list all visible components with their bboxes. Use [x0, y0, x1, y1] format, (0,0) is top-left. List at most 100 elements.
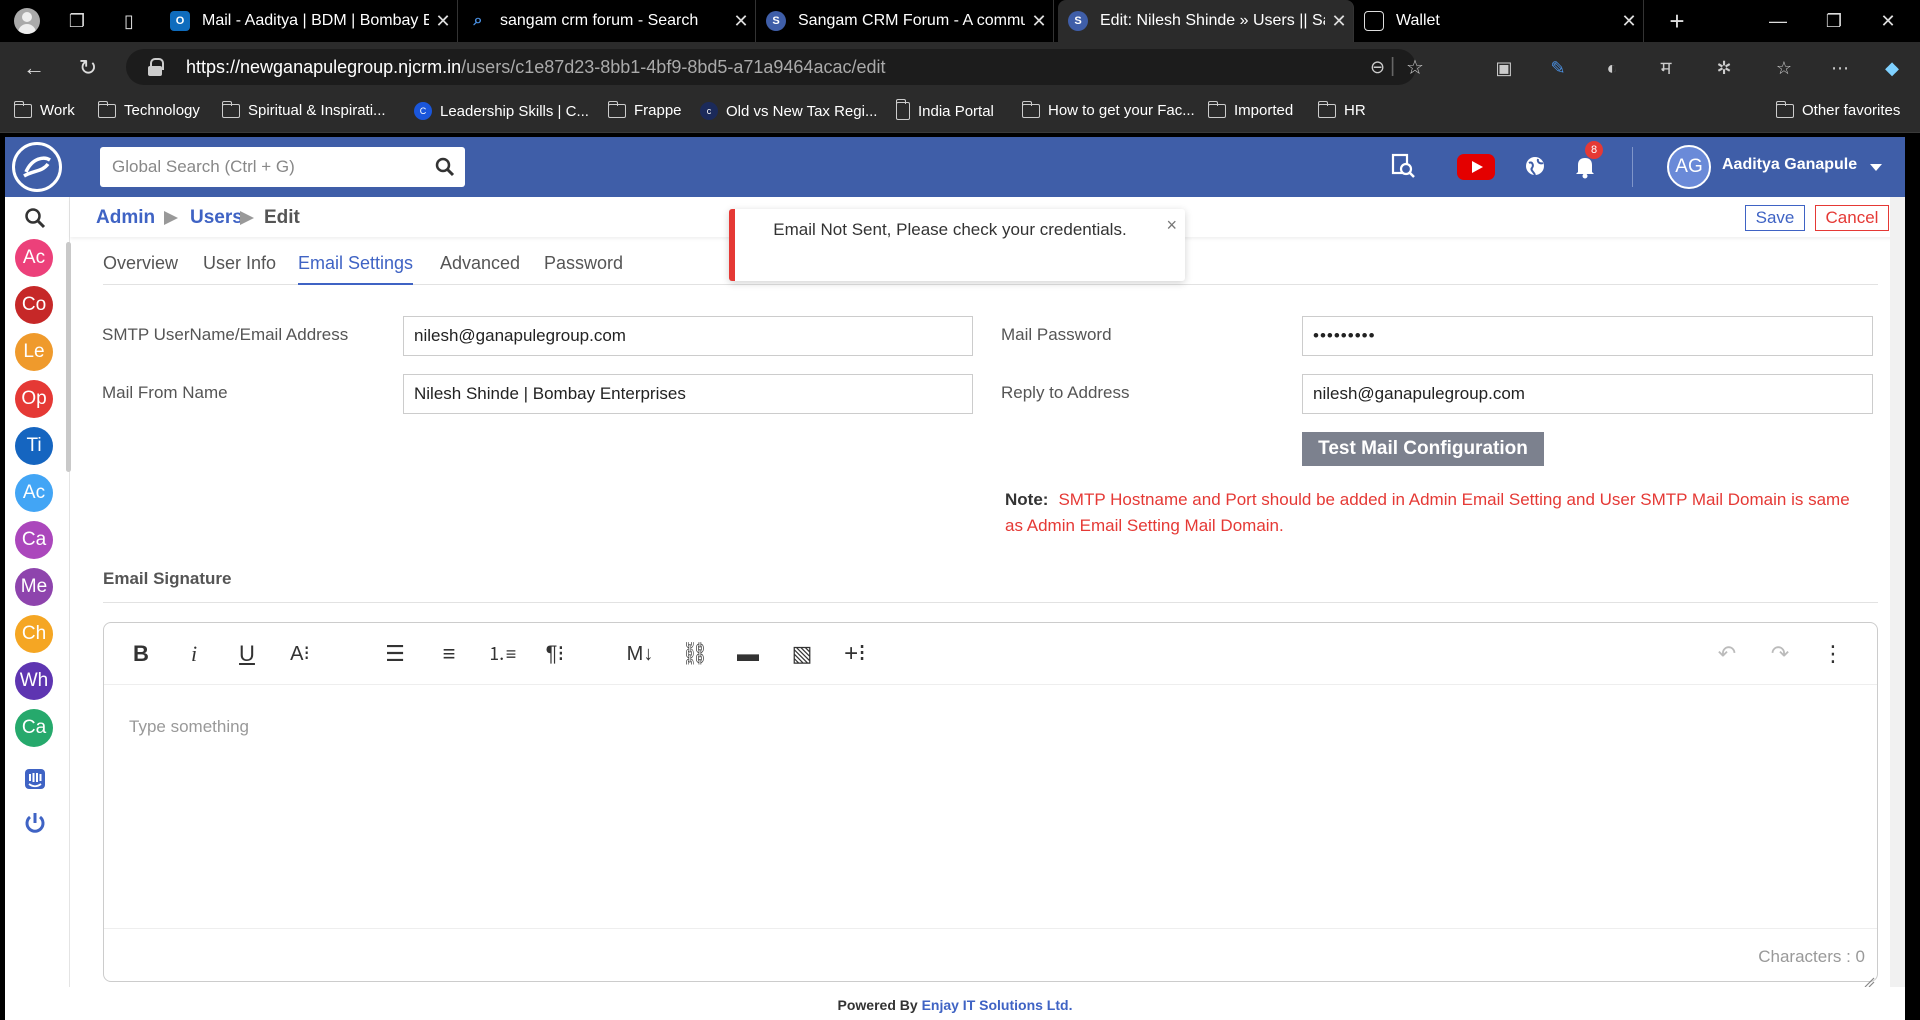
undo-icon[interactable]: ↶: [1712, 639, 1742, 669]
bookmark-frappe[interactable]: Frappe: [607, 100, 682, 119]
new-tab-icon[interactable]: +: [1666, 8, 1688, 34]
sidebar-scrollbar[interactable]: [66, 242, 71, 472]
page-scrollbar[interactable]: [1890, 197, 1905, 987]
sidebar-item-tickets[interactable]: Ti: [15, 427, 53, 465]
tab-email-settings[interactable]: Email Settings: [298, 253, 414, 285]
breadcrumb-users[interactable]: Users: [190, 207, 243, 229]
bookmark-spiritual[interactable]: Spiritual & Inspirati...: [221, 100, 386, 119]
document-search-icon[interactable]: [1388, 151, 1420, 183]
grammar-extension-icon[interactable]: ◐: [1598, 54, 1626, 82]
global-search-input[interactable]: [100, 147, 420, 187]
sidebar-item-contacts[interactable]: Co: [15, 286, 53, 324]
hindi-extension-icon[interactable]: म: [1652, 54, 1680, 82]
sidebar-item-calls[interactable]: Ca: [15, 521, 53, 559]
close-icon[interactable]: ✕: [429, 11, 457, 32]
breadcrumb-admin[interactable]: Admin: [96, 207, 155, 229]
footer-company-link[interactable]: Enjay IT Solutions Ltd.: [922, 997, 1073, 1013]
image-icon[interactable]: ▧: [787, 639, 817, 669]
tab-advanced[interactable]: Advanced: [440, 253, 520, 285]
extension-icon[interactable]: ▣: [1490, 54, 1518, 82]
copilot-icon[interactable]: ◆: [1878, 54, 1906, 82]
back-icon[interactable]: ←: [20, 54, 48, 82]
search-icon[interactable]: [435, 157, 455, 182]
user-name[interactable]: Aaditya Ganapule: [1722, 156, 1857, 174]
underline-icon[interactable]: U: [232, 639, 262, 669]
sidebar-item-activities[interactable]: Ac: [15, 474, 53, 512]
bookmark-india-portal[interactable]: India Portal: [895, 99, 994, 120]
paragraph-icon[interactable]: ¶⁝: [540, 639, 570, 669]
insert-more-icon[interactable]: +⁝: [840, 639, 870, 669]
browser-tab-search[interactable]: ⌕ sangam crm forum - Search ✕: [458, 0, 756, 42]
link-icon[interactable]: ⛓: [680, 639, 710, 669]
bookmark-work[interactable]: Work: [13, 100, 75, 119]
close-icon[interactable]: ✕: [1025, 11, 1053, 32]
bookmark-imported[interactable]: Imported: [1207, 100, 1293, 119]
bookmark-leadership[interactable]: C Leadership Skills | C...: [414, 102, 589, 120]
ordered-list-icon[interactable]: ⒈≡: [487, 639, 517, 669]
read-aloud-icon[interactable]: ⊖: [1370, 57, 1385, 78]
favorites-icon[interactable]: ☆: [1770, 54, 1798, 82]
sidebar-item-chat[interactable]: Ch: [15, 615, 53, 653]
refresh-icon[interactable]: ↻: [74, 54, 102, 82]
bookmark-hr[interactable]: HR: [1317, 100, 1366, 119]
pen-extension-icon[interactable]: ✎: [1544, 54, 1572, 82]
power-icon[interactable]: [23, 811, 47, 840]
url-field[interactable]: https://newganapulegroup.njcrm.in/users/…: [126, 49, 1424, 85]
browser-tab-forum[interactable]: S Sangam CRM Forum - A commun ✕: [756, 0, 1054, 42]
bookmark-tax-regime[interactable]: c Old vs New Tax Regi...: [700, 102, 877, 120]
intercom-icon[interactable]: [23, 767, 47, 796]
more-menu-icon[interactable]: ⋯: [1826, 54, 1854, 82]
youtube-icon[interactable]: [1457, 154, 1495, 180]
more-options-icon[interactable]: ⋮: [1818, 639, 1848, 669]
close-icon[interactable]: ✕: [727, 11, 755, 32]
markdown-icon[interactable]: M↓: [625, 639, 655, 669]
close-icon[interactable]: ✕: [1325, 11, 1353, 32]
sidebar-item-opportunities[interactable]: Op: [15, 380, 53, 418]
redo-icon[interactable]: ↷: [1765, 639, 1795, 669]
sidebar-item-campaigns[interactable]: Ca: [15, 709, 53, 747]
tab-overview[interactable]: Overview: [103, 253, 178, 285]
browser-tab-mail[interactable]: O Mail - Aaditya | BDM | Bombay En ✕: [160, 0, 458, 42]
resize-handle-icon[interactable]: [1863, 975, 1875, 988]
font-size-icon[interactable]: A⁝: [285, 639, 315, 669]
minimize-icon[interactable]: —: [1758, 6, 1798, 36]
bookmark-facebook[interactable]: How to get your Fac...: [1021, 100, 1195, 119]
test-mail-configuration-button[interactable]: Test Mail Configuration: [1302, 432, 1544, 466]
sangam-logo-icon[interactable]: [12, 142, 62, 192]
mail-from-name-field[interactable]: [403, 374, 973, 414]
close-icon[interactable]: ×: [1166, 215, 1177, 236]
close-icon[interactable]: ✕: [1615, 11, 1643, 32]
sidebar-item-whatsapp[interactable]: Wh: [15, 662, 53, 700]
globe-icon[interactable]: [1520, 151, 1552, 183]
restore-icon[interactable]: ❐: [1814, 6, 1854, 36]
cancel-button[interactable]: Cancel: [1815, 205, 1889, 231]
profile-icon[interactable]: [14, 8, 40, 34]
workspaces-icon[interactable]: ❐: [66, 10, 88, 32]
chevron-down-icon[interactable]: [1870, 164, 1882, 171]
vertical-tabs-icon[interactable]: ▯: [118, 10, 140, 32]
align-center-icon[interactable]: ≡: [434, 639, 464, 669]
tab-user-info[interactable]: User Info: [203, 253, 276, 285]
italic-icon[interactable]: i: [179, 639, 209, 669]
avatar[interactable]: AG: [1667, 145, 1711, 189]
favorite-star-icon[interactable]: ☆: [1406, 55, 1424, 80]
bookmark-technology[interactable]: Technology: [97, 100, 200, 119]
sidebar-item-meetings[interactable]: Me: [15, 568, 53, 606]
smtp-username-field[interactable]: [403, 316, 973, 356]
mail-password-field[interactable]: [1302, 316, 1873, 356]
bookmark-other-favorites[interactable]: Other favorites: [1775, 100, 1900, 119]
sidebar-search-icon[interactable]: [24, 207, 46, 234]
tab-password[interactable]: Password: [544, 253, 623, 285]
sidebar-item-leads[interactable]: Le: [15, 333, 53, 371]
bold-icon[interactable]: B: [126, 639, 156, 669]
align-left-icon[interactable]: ☰: [380, 639, 410, 669]
lock-icon[interactable]: [148, 58, 164, 76]
signature-content-area[interactable]: Type something: [104, 685, 1877, 988]
save-button[interactable]: Save: [1745, 205, 1805, 231]
browser-tab-wallet[interactable]: Wallet ✕: [1354, 0, 1644, 42]
browser-tab-edit-user[interactable]: S Edit: Nilesh Shinde » Users || Sang ✕: [1058, 0, 1354, 42]
folder-icon[interactable]: ▬: [733, 639, 763, 669]
extensions-puzzle-icon[interactable]: ✲: [1710, 54, 1738, 82]
window-close-icon[interactable]: ✕: [1868, 6, 1908, 36]
reply-to-field[interactable]: [1302, 374, 1873, 414]
